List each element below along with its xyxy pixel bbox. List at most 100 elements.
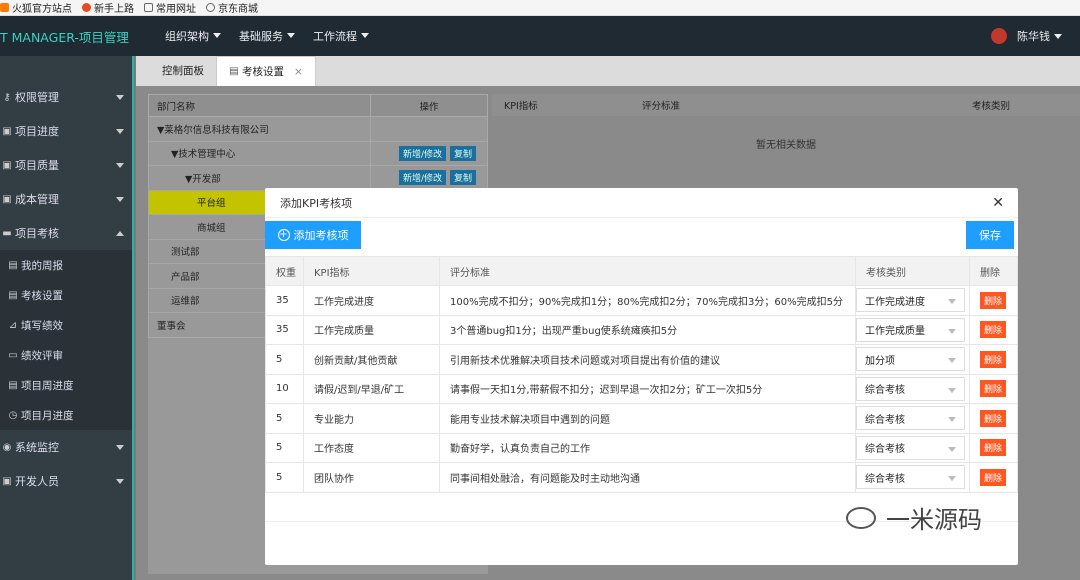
category-select[interactable]: 综合考核 bbox=[856, 406, 965, 431]
table-row[interactable]: ▼开发部 新增/修改 复制 bbox=[148, 165, 488, 191]
chevron-down-icon bbox=[116, 129, 124, 134]
col-category: 考核类别 bbox=[972, 101, 1011, 112]
delete-button[interactable]: 删除 bbox=[980, 291, 1007, 309]
standard-cell[interactable]: 100%完成不扣分；90%完成扣1分；80%完成扣2分；70%完成扣3分；60%… bbox=[439, 285, 856, 316]
standard-cell[interactable]: 请事假一天扣1分,带薪假不扣分；迟到早退一次扣2分；矿工一次扣5分 bbox=[439, 373, 856, 404]
sidebar-sub-weekly[interactable]: ▤ 我的周报 bbox=[0, 250, 134, 280]
chevron-down-icon bbox=[116, 445, 124, 450]
menu-basic[interactable]: 基础服务 bbox=[239, 28, 295, 44]
standard-cell[interactable]: 勤奋好学，认真负责自己的工作 bbox=[439, 432, 856, 463]
col-kpi: KPI指标 bbox=[303, 256, 440, 286]
category-select[interactable]: 综合考核 bbox=[856, 376, 965, 401]
sidebar-sub-assess-setting[interactable]: ▤ 考核设置 bbox=[0, 280, 134, 310]
kpi-cell[interactable]: 工作完成质量 bbox=[303, 314, 440, 345]
sidebar-item-quality[interactable]: ▣ 项目质量 bbox=[0, 148, 134, 182]
category-select[interactable]: 综合考核 bbox=[856, 465, 965, 490]
watermark: 一米源码 bbox=[846, 500, 982, 535]
kpi-cell[interactable]: 工作态度 bbox=[303, 432, 440, 463]
chevron-up-icon bbox=[116, 231, 124, 236]
standard-cell[interactable]: 能用专业技术解决项目中遇到的问题 bbox=[439, 403, 856, 434]
key-icon: ⚷ bbox=[3, 91, 11, 103]
add-kpi-button[interactable]: + 添加考核项 bbox=[265, 221, 361, 249]
table-row: 10 请假/迟到/早退/矿工 请事假一天扣1分,带薪假不扣分；迟到早退一次扣2分… bbox=[265, 373, 1018, 404]
sidebar-sub-fill-perf[interactable]: ⊿ 填写绩效 bbox=[0, 310, 134, 340]
weight-cell[interactable]: 10 bbox=[265, 373, 304, 404]
weight-cell[interactable]: 35 bbox=[265, 314, 304, 345]
list-icon: ▤ bbox=[8, 379, 18, 391]
bookmark-jd[interactable]: 京东商城 bbox=[206, 0, 258, 15]
delete-button[interactable]: 删除 bbox=[980, 409, 1007, 427]
table-row: 5 专业能力 能用专业技术解决项目中遇到的问题 综合考核 删除 bbox=[265, 403, 1018, 434]
app-brand: T MANAGER-项目管理 bbox=[0, 29, 129, 45]
sidebar-sub-month-progress[interactable]: ◷ 项目月进度 bbox=[0, 400, 134, 430]
close-icon[interactable]: ✕ bbox=[992, 195, 1004, 211]
delete-button[interactable]: 删除 bbox=[980, 468, 1007, 486]
tab-assess-setting[interactable]: ▤ 考核设置 × bbox=[216, 56, 316, 86]
tab-bar: 控制面板 ▤ 考核设置 × bbox=[136, 56, 1080, 86]
chevron-down-icon bbox=[116, 197, 124, 202]
standard-cell[interactable]: 同事间相处融洽，有问题能及时主动地沟通 bbox=[439, 462, 856, 493]
top-navbar: T MANAGER-项目管理 组织架构 基础服务 工作流程 陈华钱 bbox=[0, 16, 1080, 56]
close-icon[interactable]: × bbox=[294, 57, 303, 87]
category-select[interactable]: 综合考核 bbox=[856, 435, 965, 460]
category-select[interactable]: 工作完成质量 bbox=[856, 317, 965, 342]
save-button[interactable]: 保存 bbox=[966, 221, 1014, 249]
sidebar-item-cost[interactable]: ▣ 成本管理 bbox=[0, 182, 134, 216]
folder-icon bbox=[144, 3, 153, 12]
delete-button[interactable]: 删除 bbox=[980, 439, 1007, 457]
add-kpi-modal: 添加KPI考核项 ✕ + 添加考核项 保存 权重 KPI指标 评分标准 考核类别 … bbox=[265, 188, 1018, 565]
col-dept-name: 部门名称 bbox=[148, 94, 371, 117]
sidebar-item-monitor[interactable]: ◉ 系统监控 bbox=[0, 430, 134, 464]
edit-button[interactable]: 新增/修改 bbox=[399, 145, 447, 161]
bookmark-firefox[interactable]: 火狐官方站点 bbox=[0, 0, 72, 15]
menu-org[interactable]: 组织架构 bbox=[165, 28, 221, 44]
copy-button[interactable]: 复制 bbox=[450, 145, 477, 161]
delete-button[interactable]: 删除 bbox=[980, 321, 1007, 339]
col-standard: 评分标准 bbox=[439, 256, 856, 286]
cost-icon: ▣ bbox=[2, 193, 12, 205]
weight-cell[interactable]: 5 bbox=[265, 432, 304, 463]
bookmark-newbie[interactable]: 新手上路 bbox=[82, 0, 134, 15]
sidebar: ⚷ 权限管理 ▣ 项目进度 ▣ 项目质量 ▣ 成本管理 ▬ 项目考核 ▤ 我的周报 ▤ 考核设… bbox=[0, 56, 134, 580]
globe-icon bbox=[206, 3, 215, 12]
sidebar-sub-week-progress[interactable]: ▤ 项目周进度 bbox=[0, 370, 134, 400]
wechat-icon bbox=[846, 506, 876, 529]
kpi-cell[interactable]: 团队协作 bbox=[303, 462, 440, 493]
standard-cell[interactable]: 引用新技术优雅解决项目技术问题或对项目提出有价值的建议 bbox=[439, 344, 856, 375]
sidebar-item-assess[interactable]: ▬ 项目考核 bbox=[0, 216, 134, 250]
edit-button[interactable]: 新增/修改 bbox=[399, 170, 447, 186]
table-row: 35 工作完成质量 3个普通bug扣1分；出现严重bug使系统瘫痪扣5分 工作完… bbox=[265, 314, 1018, 345]
modal-title: 添加KPI考核项 bbox=[280, 196, 353, 210]
table-row[interactable]: ▼莱格尔信息科技有限公司 bbox=[148, 116, 488, 142]
chevron-down-icon bbox=[116, 479, 124, 484]
sidebar-item-permission[interactable]: ⚷ 权限管理 bbox=[0, 80, 134, 114]
weight-cell[interactable]: 5 bbox=[265, 403, 304, 434]
chart-icon: ⊿ bbox=[8, 319, 18, 331]
kpi-cell[interactable]: 创新贡献/其他贡献 bbox=[303, 344, 440, 375]
user-menu[interactable]: 陈华钱 bbox=[991, 28, 1062, 44]
progress-icon: ▣ bbox=[2, 125, 12, 137]
copy-button[interactable]: 复制 bbox=[450, 170, 477, 186]
sidebar-item-developers[interactable]: ▣ 开发人员 bbox=[0, 464, 134, 498]
bookmark-common[interactable]: 常用网址 bbox=[144, 0, 196, 15]
col-delete: 删除 bbox=[969, 256, 1018, 286]
weight-cell[interactable]: 5 bbox=[265, 462, 304, 493]
delete-button[interactable]: 删除 bbox=[980, 380, 1007, 398]
kpi-cell[interactable]: 请假/迟到/早退/矿工 bbox=[303, 373, 440, 404]
kpi-cell[interactable]: 工作完成进度 bbox=[303, 285, 440, 316]
sidebar-item-progress[interactable]: ▣ 项目进度 bbox=[0, 114, 134, 148]
col-operation: 操作 bbox=[370, 94, 488, 117]
weight-cell[interactable]: 5 bbox=[265, 344, 304, 375]
tab-dashboard[interactable]: 控制面板 bbox=[150, 56, 216, 86]
category-select[interactable]: 加分项 bbox=[856, 347, 965, 372]
assess-icon: ▬ bbox=[2, 227, 12, 239]
menu-workflow[interactable]: 工作流程 bbox=[313, 28, 369, 44]
delete-button[interactable]: 删除 bbox=[980, 350, 1007, 368]
table-row: 35 工作完成进度 100%完成不扣分；90%完成扣1分；80%完成扣2分；70… bbox=[265, 285, 1018, 316]
weight-cell[interactable]: 35 bbox=[265, 285, 304, 316]
sidebar-sub-review[interactable]: ▭ 绩效评审 bbox=[0, 340, 134, 370]
table-row[interactable]: ▼技术管理中心 新增/修改 复制 bbox=[148, 140, 488, 166]
standard-cell[interactable]: 3个普通bug扣1分；出现严重bug使系统瘫痪扣5分 bbox=[439, 314, 856, 345]
category-select[interactable]: 工作完成进度 bbox=[856, 288, 965, 313]
kpi-cell[interactable]: 专业能力 bbox=[303, 403, 440, 434]
